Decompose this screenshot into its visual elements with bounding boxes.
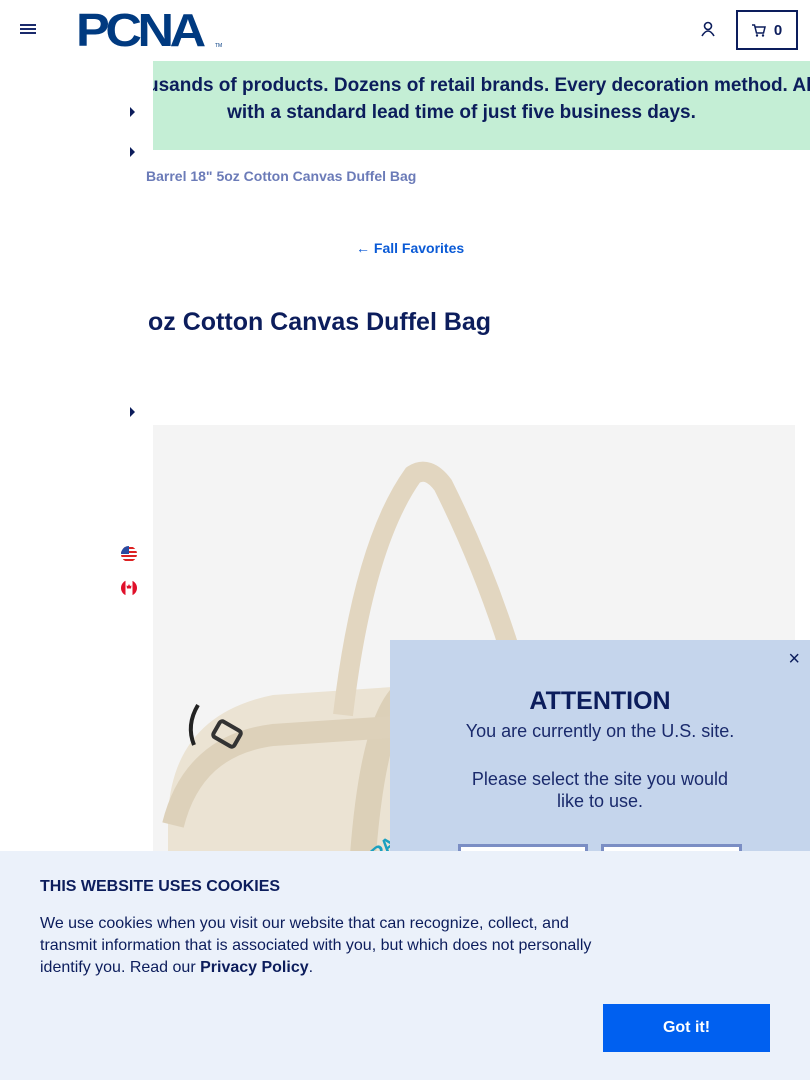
modal-instructions: Please select the site you would like to…	[471, 769, 729, 811]
site-select-modal: × ATTENTION You are currently on the U.S…	[390, 640, 810, 858]
logo-trademark: TM	[215, 43, 223, 49]
user-icon[interactable]	[699, 20, 717, 40]
cookie-text: We use cookies when you visit our websit…	[40, 913, 610, 979]
promo-line-2: with a standard lead time of just five b…	[227, 102, 696, 123]
cart-count: 0	[773, 21, 783, 39]
menu-icon[interactable]	[20, 22, 36, 36]
cookie-title: THIS WEBSITE USES COOKIES	[40, 878, 281, 895]
got-it-button[interactable]: Got it!	[603, 1004, 770, 1052]
promo-banner: usands of products. Dozens of retail bra…	[153, 61, 810, 150]
pcna-logo[interactable]: PCNA	[76, 7, 206, 53]
promo-line-1: usands of products. Dozens of retail bra…	[153, 75, 810, 96]
canada-flag-icon[interactable]	[121, 580, 137, 596]
cookie-period: .	[308, 959, 314, 976]
cart-button[interactable]: 0	[736, 10, 798, 50]
breadcrumb-current: Barrel 18" 5oz Cotton Canvas Duffel Bag	[146, 168, 417, 184]
back-to-fall-favorites-link[interactable]: ← Fall Favorites	[356, 240, 464, 256]
modal-current-site: You are currently on the U.S. site.	[465, 721, 735, 741]
caret-right-icon[interactable]	[130, 407, 135, 417]
cookie-body: We use cookies when you visit our websit…	[40, 915, 592, 976]
caret-right-icon[interactable]	[130, 107, 135, 117]
modal-title: ATTENTION	[529, 687, 671, 715]
product-title: oz Cotton Canvas Duffel Bag	[148, 308, 492, 336]
caret-right-icon[interactable]	[130, 147, 135, 157]
us-flag-icon[interactable]	[121, 546, 137, 562]
close-icon[interactable]: ×	[788, 648, 800, 671]
cookie-banner: THIS WEBSITE USES COOKIES We use cookies…	[0, 851, 810, 1080]
cart-icon	[751, 23, 766, 37]
privacy-policy-link[interactable]: Privacy Policy	[200, 959, 309, 976]
